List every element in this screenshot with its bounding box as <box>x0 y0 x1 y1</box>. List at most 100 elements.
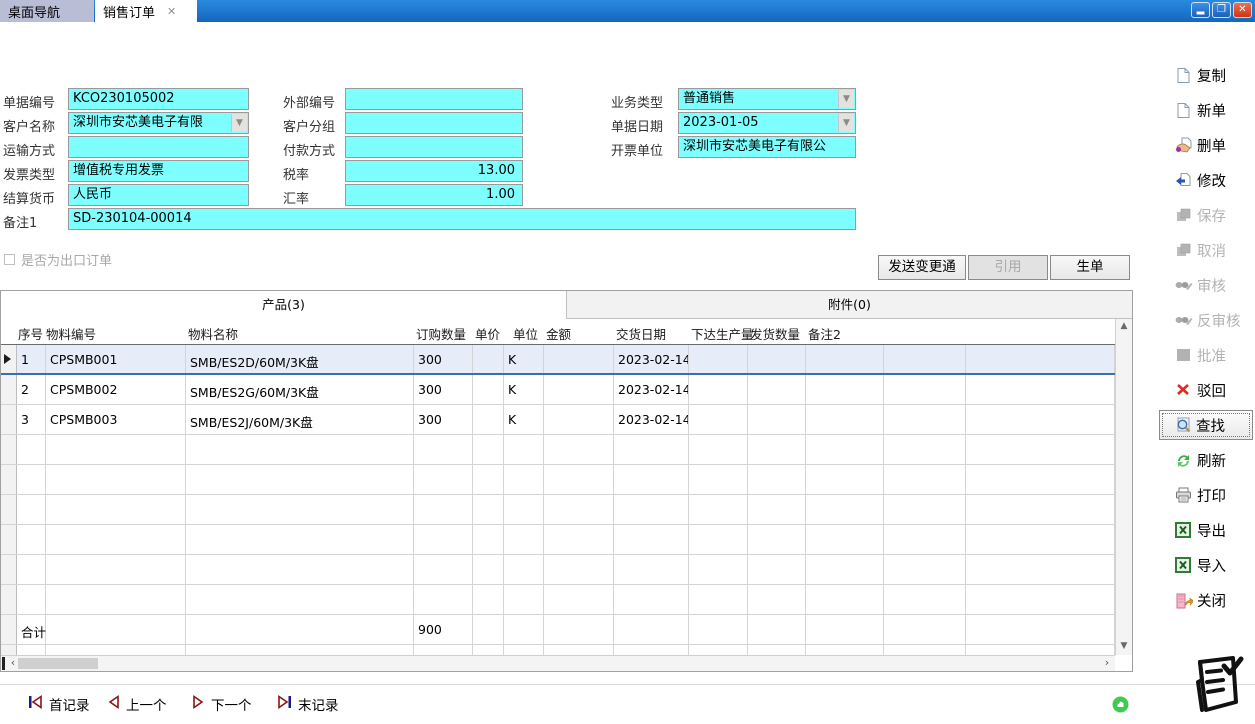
tab-products[interactable]: 产品(3) <box>1 291 567 319</box>
external-no-field[interactable] <box>345 88 523 110</box>
empty-row[interactable] <box>1 585 1115 615</box>
doc-date-field[interactable]: 2023-01-05 ▼ <box>678 112 856 134</box>
tab-desktop-nav[interactable]: 桌面导航 <box>0 0 94 22</box>
col-name[interactable]: 物料名称 <box>186 319 414 344</box>
cell-unit[interactable]: K <box>504 345 544 373</box>
customer-group-field[interactable] <box>345 112 523 134</box>
col-qty[interactable]: 订购数量 <box>414 319 473 344</box>
next-record-icon <box>192 695 205 713</box>
col-amount[interactable]: 金额 <box>544 319 614 344</box>
col-unit[interactable]: 单位 <box>504 319 544 344</box>
close-button[interactable]: ✕ <box>1233 2 1252 18</box>
generate-order-button[interactable]: 生单 <box>1050 255 1130 280</box>
sidebar-label: 查找 <box>1196 415 1225 436</box>
restore-button[interactable]: ❐ <box>1212 2 1231 18</box>
prev-record-button[interactable]: 上一个 <box>107 694 167 714</box>
notepad-check-icon[interactable] <box>1186 652 1246 722</box>
currency-field[interactable]: 人民币 <box>68 184 249 206</box>
remark1-field[interactable]: SD-230104-00014 <box>68 208 856 230</box>
exchange-rate-field[interactable]: 1.00 <box>345 184 523 206</box>
empty-row[interactable] <box>1 525 1115 555</box>
next-record-button[interactable]: 下一个 <box>192 694 252 714</box>
col-date[interactable]: 交货日期 <box>614 319 689 344</box>
empty-row[interactable] <box>1 465 1115 495</box>
empty-row[interactable] <box>1 435 1115 465</box>
grid-horizontal-scrollbar[interactable]: ‹ › <box>1 655 1115 671</box>
minimize-button[interactable]: ▂ <box>1191 2 1210 18</box>
scroll-up-icon[interactable]: ▲ <box>1116 319 1132 335</box>
scroll-right-icon[interactable]: › <box>1099 656 1115 671</box>
scroll-down-icon[interactable]: ▼ <box>1116 639 1132 655</box>
last-record-button[interactable]: 末记录 <box>277 694 339 714</box>
copy-icon <box>1175 67 1193 84</box>
grid-vertical-scrollbar[interactable]: ▲ ▼ <box>1115 319 1132 655</box>
sidebar-button-close-form[interactable]: 关闭 <box>1163 583 1253 618</box>
sidebar-button-delete[interactable]: 删单 <box>1163 128 1253 163</box>
invoice-type-field[interactable]: 增值税专用发票 <box>68 160 249 182</box>
sidebar-button-cancel[interactable]: 取消 <box>1163 233 1253 268</box>
sidebar-label: 打印 <box>1197 485 1226 506</box>
first-record-button[interactable]: 首记录 <box>28 694 90 714</box>
sidebar-button-refresh[interactable]: 刷新 <box>1163 443 1253 478</box>
sidebar-label: 驳回 <box>1197 380 1226 401</box>
tab-close-icon[interactable]: ✕ <box>167 5 176 18</box>
sidebar-button-reject[interactable]: 驳回 <box>1163 373 1253 408</box>
sidebar-button-copy[interactable]: 复制 <box>1163 58 1253 93</box>
cell-code[interactable]: CPSMB001 <box>46 345 186 373</box>
row-selector[interactable] <box>1 345 17 373</box>
cell-no[interactable]: 1 <box>17 345 46 373</box>
biz-type-field[interactable]: 普通销售 ▼ <box>678 88 856 110</box>
row-selector[interactable] <box>1 375 17 404</box>
col-remark2[interactable]: 备注2 <box>806 319 884 344</box>
sidebar-button-new[interactable]: 新单 <box>1163 93 1253 128</box>
reference-button[interactable]: 引用 <box>968 255 1048 280</box>
payment-field[interactable] <box>345 136 523 158</box>
sidebar-button-unaudit[interactable]: 反审核 <box>1163 303 1253 338</box>
export-order-checkbox[interactable] <box>4 254 15 265</box>
doc-date-dropdown-icon[interactable]: ▼ <box>838 114 854 132</box>
send-change-button[interactable]: 发送变更通 <box>878 255 966 280</box>
table-row[interactable]: 3 CPSMB003 SMB/ES2J/60M/3K盘 300 K 2023-0… <box>1 405 1115 435</box>
row-selector[interactable] <box>1 405 17 434</box>
customer-field[interactable]: 深圳市安芯美电子有限 ▼ <box>68 112 249 134</box>
table-row[interactable]: 2 CPSMB002 SMB/ES2G/60M/3K盘 300 K 2023-0… <box>1 375 1115 405</box>
export-excel-icon <box>1175 522 1193 539</box>
col-shipped[interactable]: 发货数量 <box>748 319 806 344</box>
cell-date[interactable]: 2023-02-14 <box>614 345 689 373</box>
tab-attachments[interactable]: 附件(0) <box>567 291 1132 319</box>
sidebar-button-import[interactable]: 导入 <box>1163 548 1253 583</box>
modify-icon <box>1175 172 1193 189</box>
table-row[interactable]: 1 CPSMB001 SMB/ES2D/60M/3K盘 300 K 2023-0… <box>1 345 1115 375</box>
empty-row[interactable] <box>1 495 1115 525</box>
close-form-icon <box>1175 592 1193 609</box>
cell-qty[interactable]: 300 <box>414 345 473 373</box>
sidebar-button-export[interactable]: 导出 <box>1163 513 1253 548</box>
record-nav-bar: 首记录 上一个 下一个 末记录 <box>0 684 1255 724</box>
sidebar-label: 修改 <box>1197 170 1226 191</box>
sidebar-label: 取消 <box>1197 240 1226 261</box>
sidebar-button-approve[interactable]: 批准 <box>1163 338 1253 373</box>
sidebar-button-modify[interactable]: 修改 <box>1163 163 1253 198</box>
invoice-unit-field[interactable]: 深圳市安芯美电子有限公 <box>678 136 856 158</box>
col-no[interactable]: 序号 <box>17 319 46 344</box>
empty-row[interactable] <box>1 645 1115 655</box>
detail-tabs: 产品(3) 附件(0) <box>1 291 1132 319</box>
cancel-icon <box>1175 242 1193 259</box>
biz-type-dropdown-icon[interactable]: ▼ <box>838 90 854 108</box>
cell-name[interactable]: SMB/ES2D/60M/3K盘 <box>186 345 414 373</box>
customer-group-label: 客户分组 <box>283 116 335 135</box>
col-produced[interactable]: 下达生产量 <box>689 319 748 344</box>
doc-no-field[interactable]: KCO230105002 <box>68 88 249 110</box>
sidebar-button-audit[interactable]: 审核 <box>1163 268 1253 303</box>
tab-sales-order[interactable]: 销售订单 ✕ <box>95 0 197 22</box>
scrollbar-thumb[interactable] <box>18 658 98 669</box>
transport-field[interactable] <box>68 136 249 158</box>
customer-dropdown-icon[interactable]: ▼ <box>231 114 247 132</box>
sidebar-button-save[interactable]: 保存 <box>1163 198 1253 233</box>
tax-rate-field[interactable]: 13.00 <box>345 160 523 182</box>
col-code[interactable]: 物料编号 <box>46 319 186 344</box>
col-price[interactable]: 单价 <box>473 319 504 344</box>
sidebar-button-print[interactable]: 打印 <box>1163 478 1253 513</box>
empty-row[interactable] <box>1 555 1115 585</box>
sidebar-button-search[interactable]: 查找 <box>1159 410 1253 440</box>
